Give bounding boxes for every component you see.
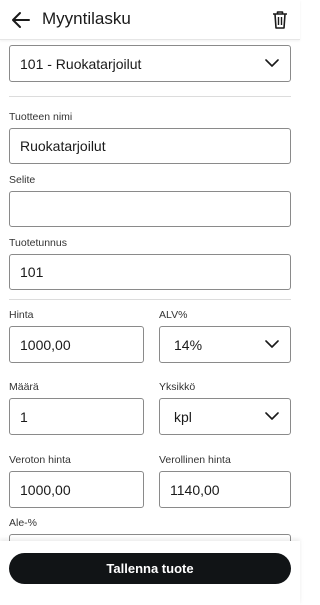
net-price-label: Veroton hinta [9, 454, 71, 466]
price-input[interactable]: 1000,00 [9, 326, 144, 363]
arrow-left-icon[interactable] [11, 11, 31, 29]
chevron-down-icon [265, 411, 279, 420]
description-label: Selite [9, 174, 36, 186]
chevron-down-icon [265, 339, 279, 348]
price-value: 1000,00 [20, 336, 71, 353]
unit-label: Yksikkö [159, 381, 196, 393]
app-bar: Myyntilasku [0, 0, 300, 40]
quantity-label: Määrä [9, 381, 39, 393]
quantity-value: 1 [20, 408, 28, 425]
net-price-input[interactable]: 1000,00 [9, 471, 144, 508]
gross-price-value: 1140,00 [170, 481, 220, 498]
product-select[interactable]: 101 - Ruokatarjoilut [9, 45, 291, 82]
trash-icon[interactable] [272, 10, 288, 29]
bottom-action-bar: Tallenna tuote [0, 541, 300, 605]
product-code-value: 101 [20, 264, 44, 280]
description-input[interactable] [9, 191, 291, 227]
product-select-value: 101 - Ruokatarjoilut [20, 55, 142, 72]
divider [9, 299, 291, 300]
price-label: Hinta [9, 309, 34, 321]
net-price-value: 1000,00 [20, 481, 71, 498]
save-product-button[interactable]: Tallenna tuote [9, 553, 291, 584]
page-title: Myyntilasku [42, 9, 131, 28]
product-code-label: Tuotetunnus [9, 237, 67, 249]
gross-price-label: Verollinen hinta [159, 454, 231, 466]
divider [9, 96, 291, 97]
product-code-input[interactable]: 101 [9, 254, 291, 290]
chevron-down-icon [265, 58, 279, 67]
vat-label: ALV% [159, 309, 188, 321]
quantity-input[interactable]: 1 [9, 398, 144, 435]
unit-select[interactable]: kpl [159, 398, 291, 435]
product-name-input[interactable]: Ruokatarjoilut [9, 128, 291, 164]
vat-value: 14% [174, 336, 203, 353]
gross-price-input[interactable]: 1140,00 [159, 471, 291, 508]
product-name-value: Ruokatarjoilut [20, 138, 106, 154]
unit-value: kpl [174, 408, 192, 425]
discount-label: Ale-% [9, 517, 38, 529]
product-name-label: Tuotteen nimi [9, 111, 73, 123]
vat-select[interactable]: 14% [159, 326, 291, 363]
